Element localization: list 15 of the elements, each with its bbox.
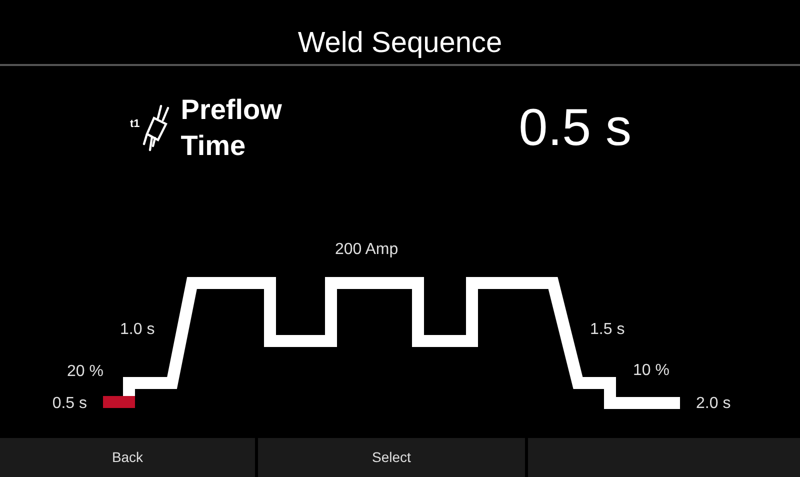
phase-label: 0.5 s (52, 396, 87, 412)
phase-label: 20 % (67, 364, 104, 380)
icon-label: t1 (130, 117, 140, 132)
phase-label: 10 % (633, 363, 670, 379)
phase-label: 200 Amp (335, 242, 398, 258)
phase-label: 2.0 s (696, 396, 731, 412)
phase-label: 1.0 s (120, 322, 155, 338)
phase-label: 1.5 s (590, 322, 625, 338)
softkey-button[interactable]: Select (258, 438, 525, 477)
parameter-value: 0.5 s (518, 102, 632, 154)
screen-title: Weld Sequence (298, 29, 502, 58)
blank-softkey[interactable] (528, 438, 800, 477)
parameter-name: Preflow Time (180, 93, 283, 163)
torch-icon (140, 104, 171, 152)
softkey-button[interactable]: Back (0, 438, 255, 477)
